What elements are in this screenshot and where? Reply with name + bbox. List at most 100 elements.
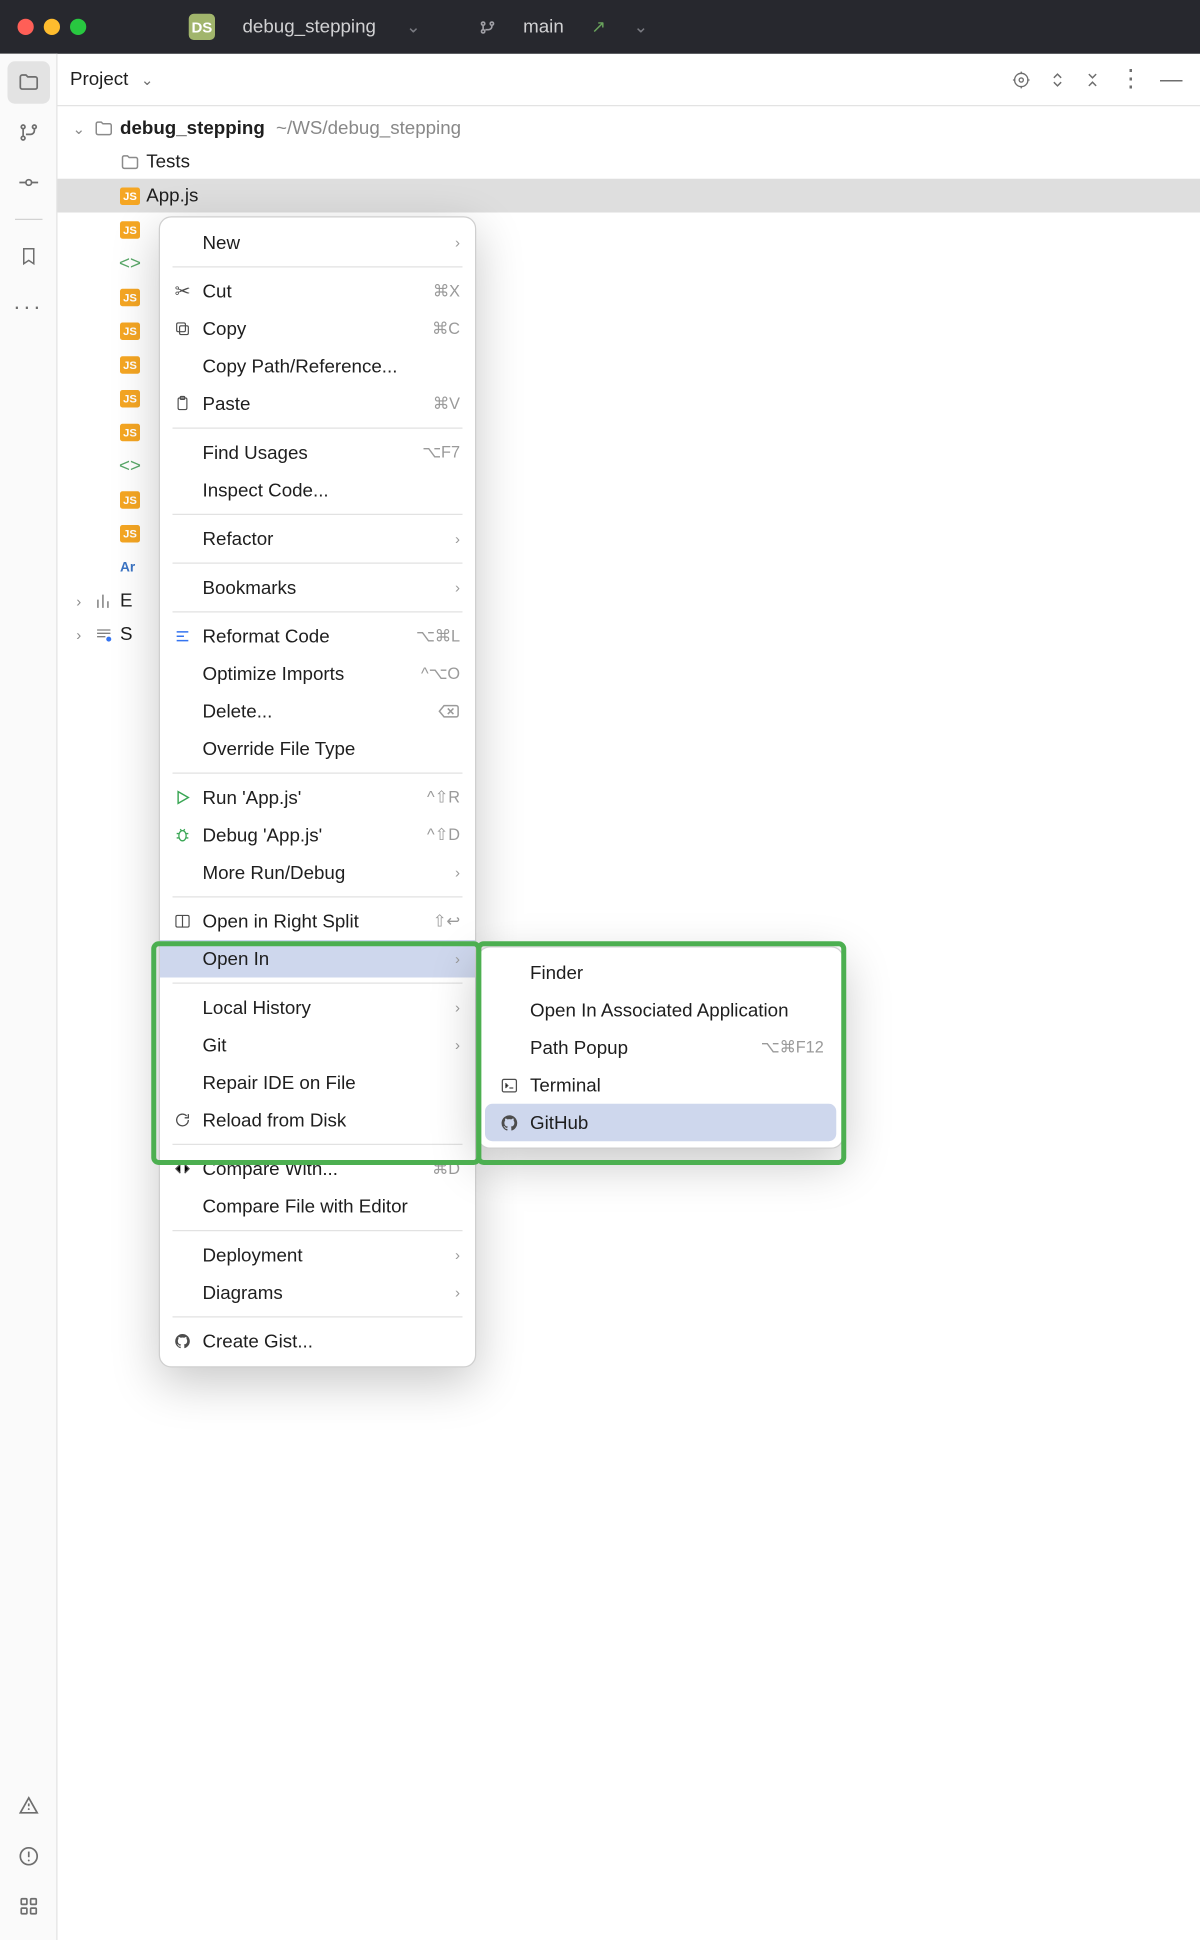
hide-panel-icon[interactable]: — (1155, 61, 1188, 97)
tree-item-label: App.js (146, 185, 198, 206)
bookmarks-tool-button[interactable] (7, 235, 50, 278)
menu-separator (173, 563, 463, 564)
menu-separator (173, 266, 463, 267)
open-in-submenu: Finder Open In Associated Application Pa… (478, 946, 844, 1149)
cut-icon: ✂ (173, 280, 193, 303)
menu-separator (173, 428, 463, 429)
menu-separator (173, 773, 463, 774)
ctx-find-usages[interactable]: Find Usages⌥F7 (160, 434, 475, 472)
project-tool-button[interactable] (7, 61, 50, 104)
tree-item-label: Tests (146, 151, 190, 172)
delete-key-icon (438, 704, 461, 719)
ctx-compare-with[interactable]: Compare With...⌘D (160, 1150, 475, 1188)
chevron-right-icon[interactable]: › (70, 626, 88, 644)
chevron-right-icon: › (455, 579, 460, 597)
folder-icon (94, 118, 114, 138)
project-name[interactable]: debug_stepping (243, 16, 376, 37)
ctx-cut[interactable]: ✂Cut⌘X (160, 273, 475, 311)
collapse-all-icon[interactable] (1079, 64, 1107, 94)
submenu-github[interactable]: GitHub (485, 1104, 836, 1142)
chevron-right-icon: › (455, 1246, 460, 1264)
js-file-icon: JS (120, 388, 140, 408)
context-menu: New› ✂Cut⌘X Copy⌘C Copy Path/Reference..… (159, 216, 477, 1367)
services-button[interactable] (7, 1885, 50, 1928)
maximize-window-button[interactable] (70, 19, 86, 35)
split-icon (173, 913, 193, 931)
expand-collapse-icon[interactable] (1044, 64, 1072, 94)
ctx-repair-ide[interactable]: Repair IDE on File (160, 1064, 475, 1102)
ctx-bookmarks[interactable]: Bookmarks› (160, 569, 475, 607)
terminal-icon (498, 1076, 521, 1095)
commit-tool-button[interactable] (7, 161, 50, 204)
close-window-button[interactable] (18, 19, 34, 35)
paste-icon (173, 395, 193, 413)
tree-item-label: E (120, 590, 133, 611)
vcs-tool-button[interactable] (7, 111, 50, 154)
ctx-debug[interactable]: Debug 'App.js'^⇧D (160, 816, 475, 854)
ctx-paste[interactable]: Paste⌘V (160, 385, 475, 423)
tree-root[interactable]: ⌄ debug_stepping ~/WS/debug_stepping (58, 111, 1200, 145)
traffic-lights (18, 19, 87, 35)
reload-icon (173, 1111, 193, 1129)
submenu-finder[interactable]: Finder (485, 954, 836, 992)
ctx-copy-path[interactable]: Copy Path/Reference... (160, 348, 475, 386)
left-toolstrip: ··· (0, 54, 58, 1940)
tree-item-label: S (120, 624, 133, 645)
ctx-open-split[interactable]: Open in Right Split⇧↩ (160, 903, 475, 941)
ctx-reload-from-disk[interactable]: Reload from Disk (160, 1101, 475, 1139)
chevron-right-icon: › (455, 1036, 460, 1054)
chevron-right-icon[interactable]: › (70, 592, 88, 610)
ctx-git[interactable]: Git› (160, 1026, 475, 1064)
tree-folder-tests[interactable]: Tests (58, 145, 1200, 179)
problems-button[interactable] (7, 1835, 50, 1878)
js-file-icon: JS (120, 219, 140, 239)
ctx-run[interactable]: Run 'App.js'^⇧R (160, 779, 475, 817)
ctx-diagrams[interactable]: Diagrams› (160, 1274, 475, 1312)
ctx-override-file-type[interactable]: Override File Type (160, 730, 475, 768)
submenu-terminal[interactable]: Terminal (485, 1066, 836, 1104)
github-icon (173, 1333, 193, 1351)
ctx-compare-editor[interactable]: Compare File with Editor (160, 1188, 475, 1226)
panel-title[interactable]: Project (70, 69, 128, 90)
chevron-down-icon[interactable]: ⌄ (406, 16, 421, 37)
chevron-right-icon: › (455, 530, 460, 548)
chevron-right-icon: › (455, 864, 460, 882)
more-options-icon[interactable]: ⋮ (1114, 60, 1148, 99)
push-icon[interactable]: ↗ (591, 16, 606, 37)
menu-separator (173, 611, 463, 612)
chevron-down-icon[interactable]: ⌄ (70, 119, 88, 137)
menu-separator (173, 983, 463, 984)
more-tool-button[interactable]: ··· (7, 285, 50, 328)
branch-icon (478, 18, 496, 36)
ctx-copy[interactable]: Copy⌘C (160, 310, 475, 348)
js-file-icon: JS (120, 321, 140, 341)
chevron-down-icon[interactable]: ⌄ (633, 16, 648, 37)
chevron-right-icon: › (455, 999, 460, 1017)
select-opened-file-icon[interactable] (1006, 64, 1036, 94)
minimize-window-button[interactable] (44, 19, 60, 35)
window-titlebar: DS debug_stepping ⌄ main ↗ ⌄ (0, 0, 1200, 54)
ctx-delete[interactable]: Delete... (160, 693, 475, 731)
submenu-path-popup[interactable]: Path Popup⌥⌘F12 (485, 1029, 836, 1067)
tree-file-app-js[interactable]: JS App.js (58, 179, 1200, 213)
ctx-open-in[interactable]: Open In› (160, 940, 475, 978)
notifications-button[interactable] (7, 1785, 50, 1828)
ctx-reformat[interactable]: Reformat Code⌥⌘L (160, 618, 475, 656)
js-file-icon: JS (120, 523, 140, 543)
ctx-optimize-imports[interactable]: Optimize Imports^⌥O (160, 655, 475, 693)
ctx-refactor[interactable]: Refactor› (160, 520, 475, 558)
ctx-more-run-debug[interactable]: More Run/Debug› (160, 854, 475, 892)
submenu-associated-app[interactable]: Open In Associated Application (485, 991, 836, 1029)
project-panel-header: Project ⌄ ⋮ — (58, 54, 1200, 107)
branch-name[interactable]: main (523, 16, 564, 37)
ctx-deployment[interactable]: Deployment› (160, 1236, 475, 1274)
ctx-local-history[interactable]: Local History› (160, 989, 475, 1027)
reformat-icon (173, 628, 193, 646)
folder-icon (120, 152, 140, 172)
chevron-down-icon[interactable]: ⌄ (136, 66, 159, 94)
menu-separator (173, 1144, 463, 1145)
ctx-create-gist[interactable]: Create Gist... (160, 1323, 475, 1361)
ctx-inspect-code[interactable]: Inspect Code... (160, 471, 475, 509)
tree-root-path: ~/WS/debug_stepping (276, 118, 461, 139)
ctx-new[interactable]: New› (160, 224, 475, 262)
